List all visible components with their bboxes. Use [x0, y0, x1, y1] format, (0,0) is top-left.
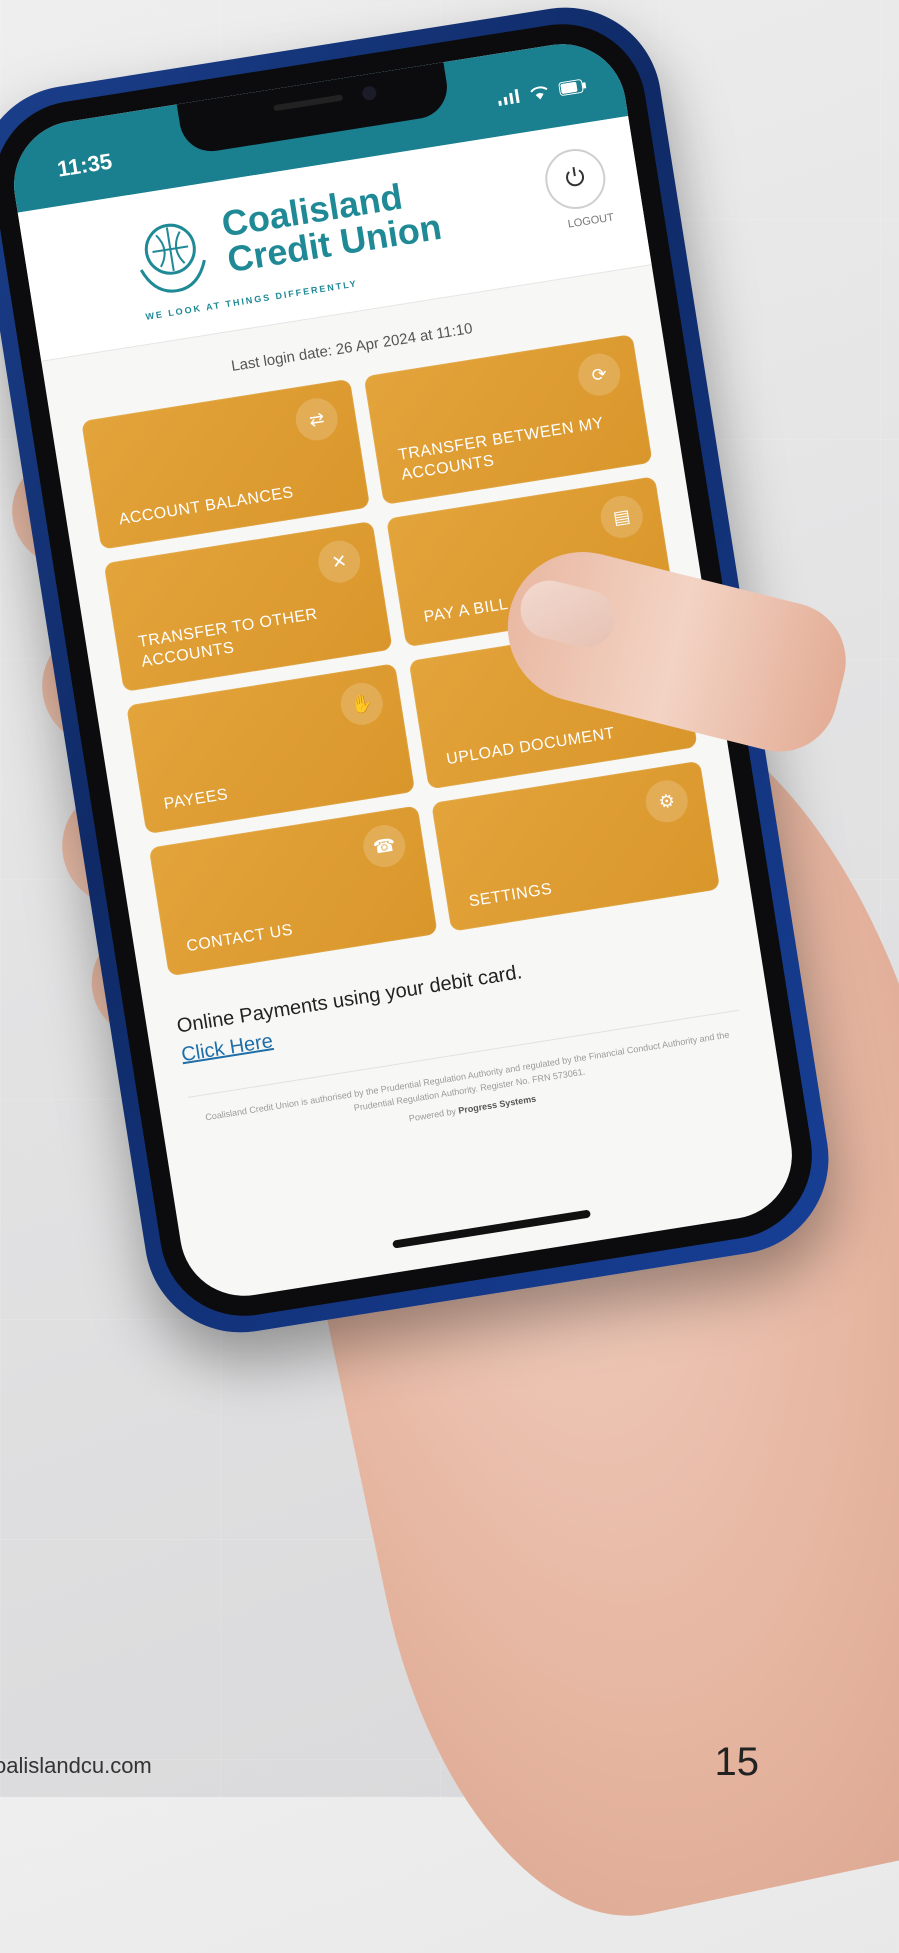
tile-label: TRANSFER BETWEEN MY ACCOUNTS — [397, 414, 605, 484]
tile-label: TRANSFER TO OTHER ACCOUNTS — [137, 605, 319, 671]
swap-icon: ⇄ — [292, 395, 341, 444]
signal-icon — [496, 86, 521, 110]
tile-label: UPLOAD DOCUMENT — [445, 724, 617, 769]
tile-label: ACCOUNT BALANCES — [117, 484, 295, 529]
phone-icon: ☎ — [360, 822, 409, 871]
refresh-icon: ⟳ — [575, 350, 624, 399]
tile-label: CONTACT US — [185, 921, 295, 956]
power-icon — [561, 163, 589, 195]
cross-arrows-icon: ✕ — [315, 537, 364, 586]
logout-label: LOGOUT — [566, 211, 615, 231]
click-here-link[interactable]: Click Here — [180, 1030, 275, 1067]
logout-button[interactable] — [540, 144, 610, 214]
tile-transfer-to-other-accounts[interactable]: ✕ TRANSFER TO OTHER ACCOUNTS — [103, 520, 393, 692]
gear-icon: ⚙ — [642, 777, 691, 826]
wifi-icon — [528, 82, 551, 106]
tile-label: PAYEES — [162, 786, 230, 813]
battery-icon — [558, 76, 589, 101]
home-indicator — [392, 1209, 591, 1249]
tile-payees[interactable]: ✋ PAYEES — [126, 663, 416, 835]
powered-name: Progress Systems — [457, 1093, 537, 1116]
page-number: 15 — [714, 1740, 760, 1784]
brand-name: Coalisland Credit Union — [219, 173, 444, 281]
tile-label: SETTINGS — [467, 880, 554, 911]
credit-union-logo-icon — [126, 213, 218, 305]
page-url: oalislandcu.com — [0, 1753, 152, 1778]
status-time: 11:35 — [55, 148, 114, 182]
status-icons — [495, 66, 589, 111]
bill-icon: ▤ — [597, 492, 646, 541]
tile-label: PAY A BILL — [422, 595, 510, 626]
powered-prefix: Powered by — [408, 1106, 457, 1124]
hand-coin-icon: ✋ — [337, 679, 386, 728]
